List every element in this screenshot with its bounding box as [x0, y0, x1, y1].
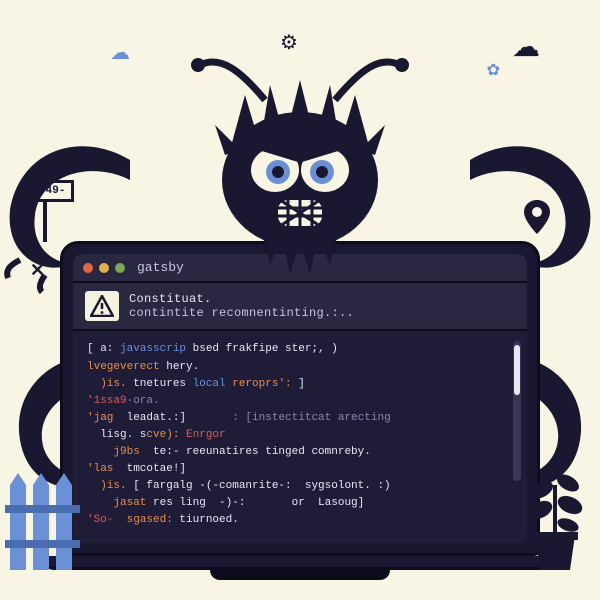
- cloud-icon: ☁: [110, 40, 130, 66]
- laptop-base: [40, 556, 560, 570]
- code-line: '1ssa9-ora.: [87, 393, 513, 410]
- code-line: j9bs te:- reeunatires tinged comnreby.: [87, 444, 513, 461]
- code-line: 'jag leadat.:] : [instectitcat arecting: [87, 410, 513, 427]
- maximize-icon[interactable]: [115, 263, 125, 273]
- laptop-foot: [210, 570, 390, 580]
- warning-icon: [85, 291, 119, 321]
- gear-icon: ✿: [487, 60, 500, 80]
- warning-line-2: contintite recomnentinting.:..: [129, 306, 354, 320]
- code-line: [ a: javasscrip bsed frakfipe ster;, ): [87, 341, 513, 358]
- code-line: jasat res ling -)-: or Lasoug]: [87, 495, 513, 512]
- close-icon[interactable]: [83, 263, 93, 273]
- code-line: 'So- sgased: tiurnoed.: [87, 512, 513, 529]
- screen-frame: gatsby Constituat. contintite recomnenti…: [60, 241, 540, 556]
- cloud-icon: ☁: [512, 30, 540, 65]
- code-line: lvegeverect hery.: [87, 359, 513, 376]
- plant-decoration: [520, 455, 590, 580]
- code-line: )is. tnetures local reroprs': ]: [87, 376, 513, 393]
- code-line: )is. [ fargalg -(-comanrite-: sygsolont.…: [87, 478, 513, 495]
- code-line: 'las tmcotae!]: [87, 461, 513, 478]
- laptop-illustration: gatsby Constituat. contintite recomnenti…: [60, 241, 540, 580]
- warning-line-1: Constituat.: [129, 292, 354, 306]
- warning-banner: Constituat. contintite recomnentinting.:…: [73, 283, 527, 331]
- warning-text: Constituat. contintite recomnentinting.:…: [129, 292, 354, 320]
- monster-illustration: [170, 40, 430, 285]
- code-line: lisg. scve): Enrgor: [87, 427, 513, 444]
- terminal-pane[interactable]: [ a: javasscrip bsed frakfipe ster;, ) l…: [73, 331, 527, 543]
- fence-decoration: [5, 465, 95, 580]
- minimize-icon[interactable]: [99, 263, 109, 273]
